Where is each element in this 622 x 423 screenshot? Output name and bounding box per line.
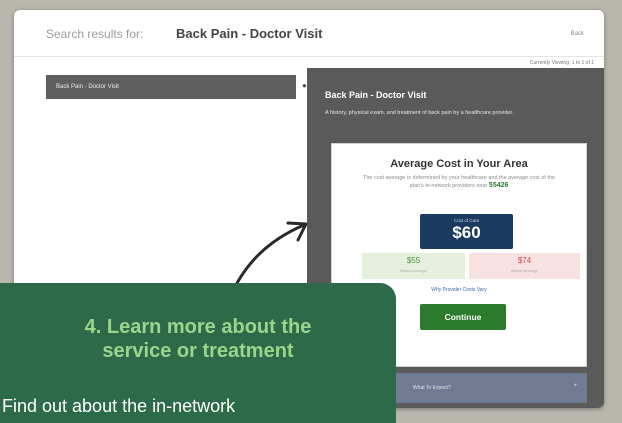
above-average-label: Above Average (510, 268, 539, 273)
callout-heading-line1: 4. Learn more about the (84, 316, 312, 338)
callout-heading-line2: service or treatment (102, 340, 294, 362)
cost-description-text: The cost average is determined by your h… (362, 175, 555, 189)
below-average-box: $55 Below Average (362, 253, 465, 279)
cost-title: Average Cost in Your Area (390, 158, 528, 170)
viewing-count: Currently Viewing: 1 to 1 of 1 (529, 60, 594, 66)
expand-icon[interactable]: + (573, 383, 577, 389)
back-link[interactable]: Back (571, 31, 584, 37)
detail-title: Back Pain - Doctor Visit (325, 90, 427, 100)
detail-description: A history, physical exam, and treatment … (325, 110, 514, 116)
callout-overlay: 4. Learn more about the service or treat… (0, 283, 396, 423)
search-header: Search results for: Back Pain - Doctor V… (14, 10, 604, 57)
search-prefix-label: Search results for: (46, 27, 144, 41)
result-list-item[interactable]: Back Pain - Doctor Visit (46, 75, 296, 99)
cost-description: The cost average is determined by your h… (356, 174, 562, 190)
callout-body: Find out about the in-network (2, 396, 236, 416)
below-average-label: Below Average (400, 268, 427, 273)
price-value: $60 (452, 223, 481, 242)
search-query-title: Back Pain - Doctor Visit (176, 26, 323, 41)
cost-of-care-badge: Cost of Care $60 (420, 214, 513, 249)
zip-code: 55426 (488, 182, 509, 189)
callout-heading: 4. Learn more about the service or treat… (0, 315, 396, 363)
accordion-label: What To Expect? (413, 385, 451, 391)
below-average-value: $55 (406, 256, 421, 265)
continue-button[interactable]: Continue (420, 304, 506, 330)
above-average-value: $74 (517, 256, 532, 265)
above-average-box: $74 Above Average (469, 253, 580, 279)
